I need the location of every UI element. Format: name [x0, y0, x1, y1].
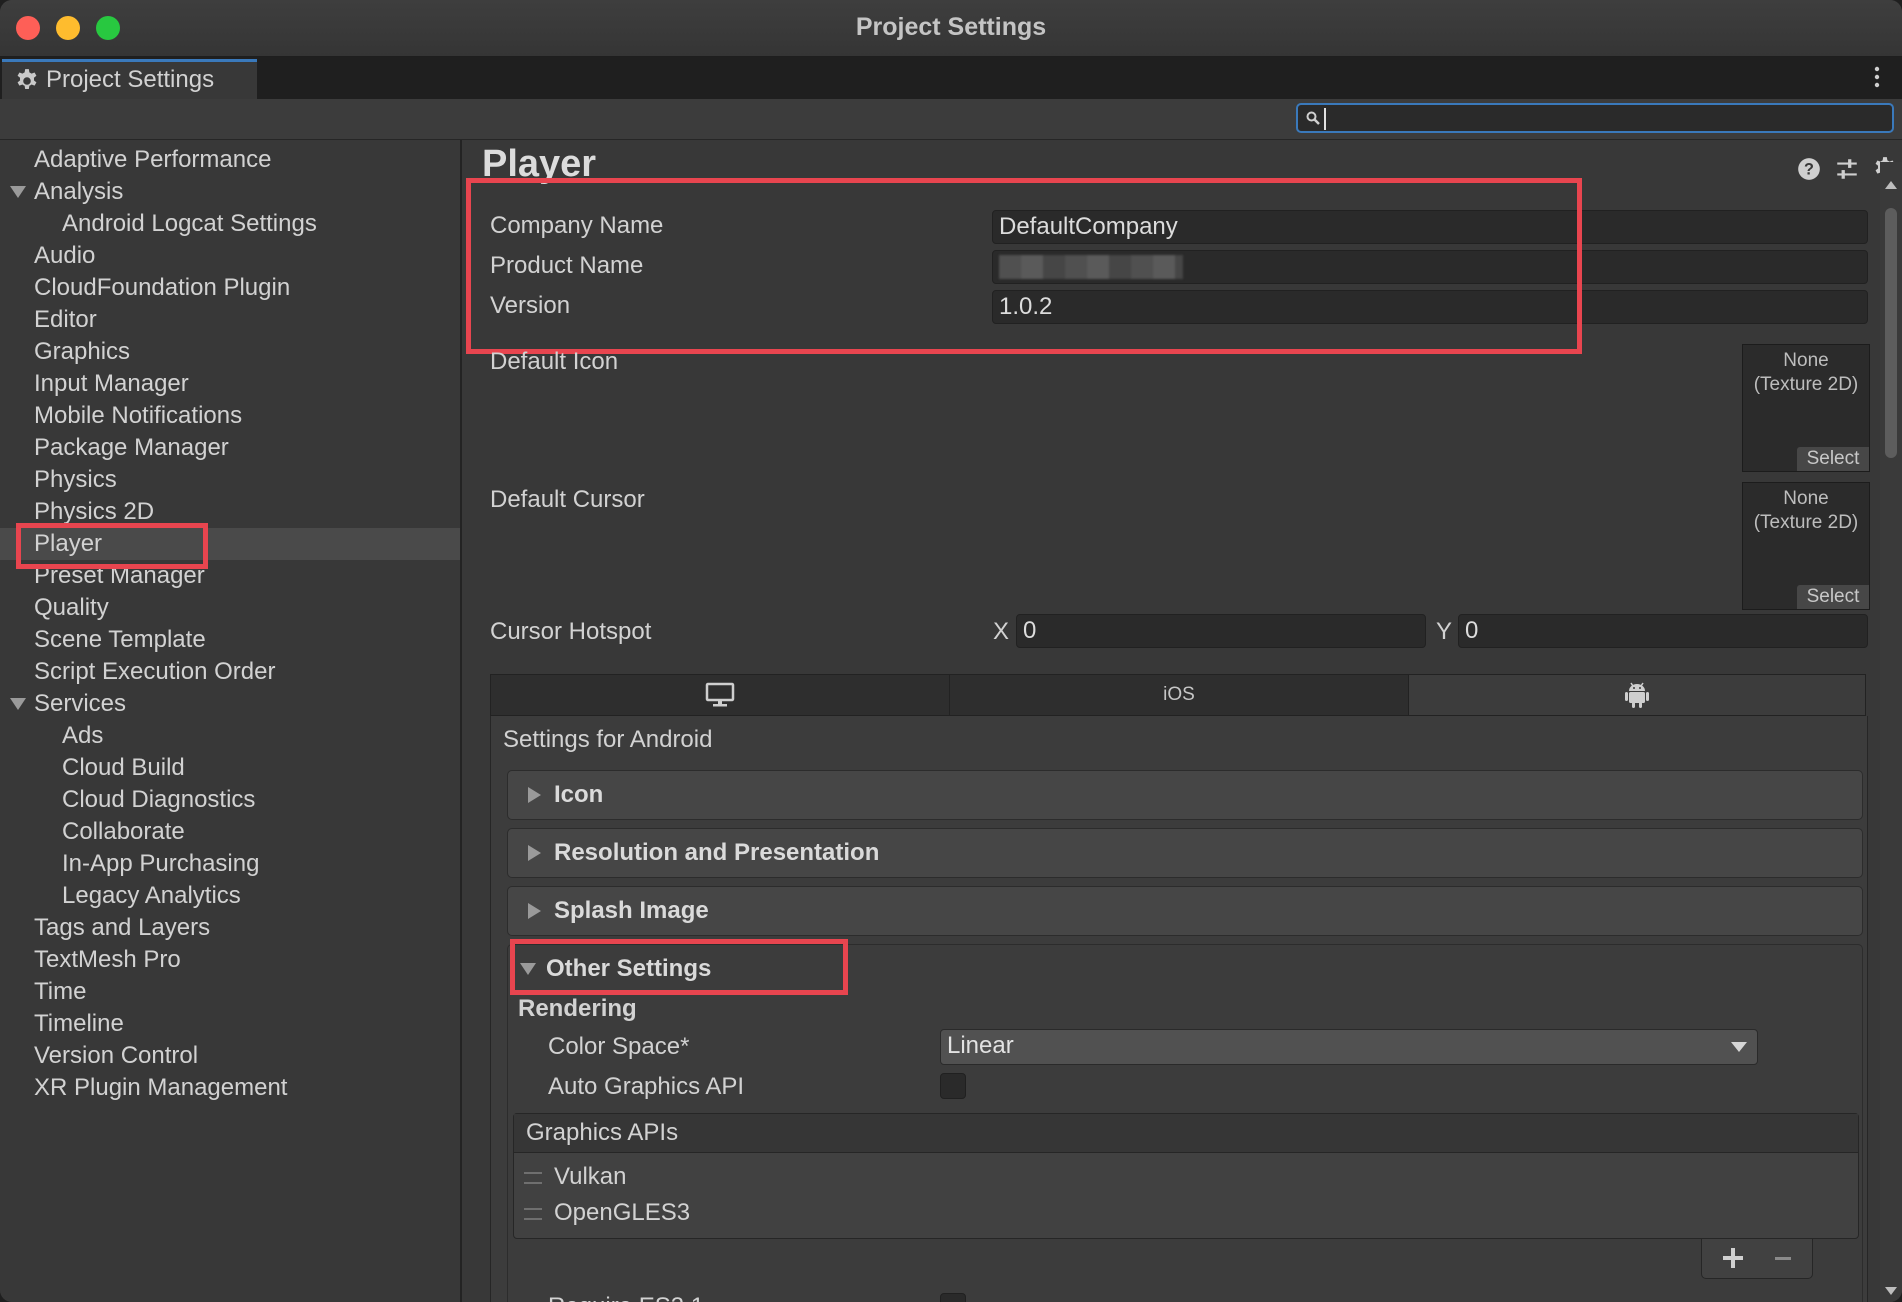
presets-icon[interactable] [1834, 156, 1860, 182]
sidebar-item-android-logcat-settings[interactable]: Android Logcat Settings [0, 208, 460, 240]
default-icon-texture-slot[interactable]: None (Texture 2D) Select [1742, 344, 1870, 472]
other-settings-section: Other Settings Rendering Color Space* Li… [507, 939, 1863, 1302]
default-icon-select-button[interactable]: Select [1797, 447, 1869, 471]
scroll-down-icon[interactable] [1884, 1286, 1898, 1296]
sidebar-item-tags-and-layers[interactable]: Tags and Layers [0, 912, 460, 944]
hotspot-y-field[interactable]: 0 [1458, 614, 1868, 648]
remove-icon[interactable] [1774, 1247, 1792, 1269]
highlight-box-identity [466, 178, 1582, 354]
resolution-section-foldout[interactable]: Resolution and Presentation [507, 828, 1863, 878]
sidebar-item-editor[interactable]: Editor [0, 304, 460, 336]
color-space-dropdown[interactable]: Linear [940, 1029, 1758, 1065]
sidebar-item-collaborate[interactable]: Collaborate [0, 816, 460, 848]
dropdown-arrow-icon [1731, 1042, 1747, 1052]
sidebar-item-script-execution-order[interactable]: Script Execution Order [0, 656, 460, 688]
hotspot-y-label: Y [1436, 618, 1453, 645]
sidebar-item-adaptive-performance[interactable]: Adaptive Performance [0, 144, 460, 176]
window-title: Project Settings [855, 13, 1047, 41]
gear-icon [17, 69, 37, 90]
graphics-apis-list: Graphics APIs Vulkan OpenGLES3 [513, 1113, 1859, 1239]
auto-graphics-api-label: Auto Graphics API [548, 1073, 745, 1100]
sidebar-item-physics[interactable]: Physics [0, 464, 460, 496]
expand-arrow-icon[interactable] [10, 186, 26, 198]
search-input[interactable] [1326, 106, 1890, 132]
vertical-scrollbar[interactable] [1880, 162, 1902, 1302]
tab-android[interactable] [1409, 675, 1865, 715]
sidebar-item-textmesh-pro[interactable]: TextMesh Pro [0, 944, 460, 976]
tab-standalone[interactable] [491, 675, 950, 715]
sidebar-item-time[interactable]: Time [0, 976, 460, 1008]
sidebar-item-in-app-purchasing[interactable]: In-App Purchasing [0, 848, 460, 880]
sidebar-item-legacy-analytics[interactable]: Legacy Analytics [0, 880, 460, 912]
sidebar-item-cloud-diagnostics[interactable]: Cloud Diagnostics [0, 784, 460, 816]
search-field[interactable] [1296, 103, 1894, 133]
sidebar-item-mobile-notifications[interactable]: Mobile Notifications [0, 400, 460, 432]
hotspot-x-label: X [993, 618, 1010, 645]
auto-graphics-api-checkbox[interactable] [940, 1073, 966, 1099]
more-options-icon[interactable] [1874, 65, 1880, 89]
sidebar-item-cloud-build[interactable]: Cloud Build [0, 752, 460, 784]
drag-handle-icon[interactable] [524, 1171, 542, 1184]
scrollbar-thumb[interactable] [1885, 208, 1897, 458]
sidebar-item-package-manager[interactable]: Package Manager [0, 432, 460, 464]
sidebar-item-input-manager[interactable]: Input Manager [0, 368, 460, 400]
settings-for-label: Settings for Android [503, 726, 713, 753]
default-cursor-label: Default Cursor [490, 486, 645, 513]
monitor-icon [705, 682, 735, 707]
project-settings-window: Project Settings Project Settings Adapti… [0, 0, 1902, 1302]
list-add-remove-controls [1701, 1239, 1813, 1279]
collapsed-arrow-icon [528, 903, 541, 919]
scroll-up-icon[interactable] [1884, 180, 1898, 190]
collapsed-arrow-icon [528, 787, 541, 803]
sidebar-item-ads[interactable]: Ads [0, 720, 460, 752]
search-icon [1306, 111, 1320, 125]
highlight-box-player [16, 523, 208, 569]
icon-section-foldout[interactable]: Icon [507, 770, 1863, 820]
settings-sidebar: Adaptive Performance Analysis Android Lo… [0, 140, 462, 1302]
android-settings-box: Settings for Android Icon Resolution and… [490, 716, 1868, 1302]
sidebar-item-analysis[interactable]: Analysis [0, 176, 460, 208]
sidebar-item-graphics[interactable]: Graphics [0, 336, 460, 368]
expand-arrow-icon[interactable] [10, 698, 26, 710]
graphics-api-item-opengles3[interactable]: OpenGLES3 [524, 1198, 690, 1228]
tab-strip: Project Settings [0, 57, 1902, 100]
tab-project-settings[interactable]: Project Settings [2, 59, 257, 99]
graphics-apis-header: Graphics APIs [514, 1114, 1858, 1153]
sidebar-item-quality[interactable]: Quality [0, 592, 460, 624]
help-icon[interactable]: ? [1796, 156, 1822, 182]
sidebar-item-audio[interactable]: Audio [0, 240, 460, 272]
add-icon[interactable] [1722, 1247, 1744, 1269]
color-space-label: Color Space* [548, 1033, 690, 1060]
svg-text:?: ? [1804, 160, 1814, 178]
highlight-box-other-settings [510, 939, 848, 995]
rendering-heading: Rendering [518, 995, 637, 1022]
sidebar-item-timeline[interactable]: Timeline [0, 1008, 460, 1040]
default-cursor-texture-slot[interactable]: None (Texture 2D) Select [1742, 482, 1870, 610]
platform-tabs: iOS [490, 674, 1866, 716]
title-bar: Project Settings [0, 0, 1902, 57]
tab-label: Project Settings [46, 66, 215, 93]
sidebar-item-scene-template[interactable]: Scene Template [0, 624, 460, 656]
cursor-hotspot-label: Cursor Hotspot [490, 618, 652, 645]
android-icon [1625, 682, 1649, 708]
collapsed-arrow-icon [528, 845, 541, 861]
drag-handle-icon[interactable] [524, 1207, 542, 1220]
sidebar-item-cloudfoundation-plugin[interactable]: CloudFoundation Plugin [0, 272, 460, 304]
splash-section-foldout[interactable]: Splash Image [507, 886, 1863, 936]
search-bar [0, 99, 1902, 140]
default-icon-label: Default Icon [490, 348, 619, 375]
hotspot-x-field[interactable]: 0 [1016, 614, 1426, 648]
sidebar-item-version-control[interactable]: Version Control [0, 1040, 460, 1072]
sidebar-item-xr-plugin-management[interactable]: XR Plugin Management [0, 1072, 460, 1104]
require-es31-label: Require ES3.1 [548, 1291, 704, 1302]
graphics-api-item-vulkan[interactable]: Vulkan [524, 1162, 627, 1192]
sidebar-item-services[interactable]: Services [0, 688, 460, 720]
player-settings-panel: Player ? Company Name DefaultCompany Pro… [462, 140, 1902, 1302]
tab-ios[interactable]: iOS [950, 675, 1409, 715]
require-es31-checkbox[interactable] [940, 1293, 966, 1302]
default-cursor-select-button[interactable]: Select [1797, 585, 1869, 609]
